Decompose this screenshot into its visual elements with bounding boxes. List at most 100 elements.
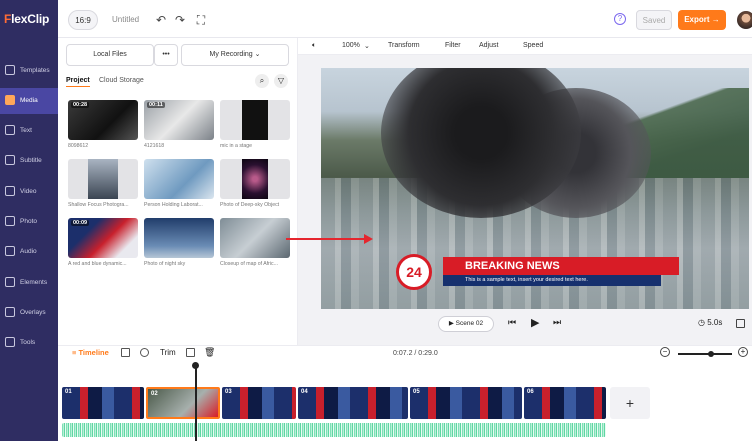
copy-icon[interactable] (186, 348, 195, 357)
adjust-button[interactable]: Adjust (479, 42, 498, 49)
timeline-clip[interactable]: 06 (524, 387, 606, 419)
photo-icon (5, 216, 15, 226)
video-icon (5, 186, 15, 196)
timeline-clip[interactable]: 03 (222, 387, 296, 419)
playhead-handle[interactable] (192, 362, 199, 369)
zoom-out-icon[interactable]: − (660, 347, 670, 357)
chevron-down-icon: ⌄ (254, 51, 261, 58)
playhead[interactable] (195, 363, 197, 441)
transform-button[interactable]: Transform (388, 42, 420, 49)
avatar[interactable] (737, 11, 752, 29)
clock-icon: ◷ (698, 318, 705, 327)
subtitle-icon (5, 155, 15, 165)
local-files-button[interactable]: Local Files (66, 44, 154, 66)
sidebar-item-video[interactable]: Video (0, 179, 58, 205)
media-thumb[interactable]: 00:09 (68, 218, 138, 258)
media-caption: mic in a stage (220, 143, 253, 149)
duration-control[interactable]: ◷ 5.0s (698, 318, 722, 327)
project-title[interactable]: Untitled (112, 15, 139, 24)
media-thumb[interactable] (220, 100, 290, 140)
zoom-slider[interactable] (678, 353, 732, 355)
tab-project[interactable]: Project (66, 77, 90, 87)
sidebar-item-elements[interactable]: Elements (0, 270, 58, 296)
timeline-clip[interactable]: 05 (410, 387, 522, 419)
preview-toolbar: 🔈︎ 100% ⌄ Transform Filter Adjust Speed (298, 38, 752, 55)
timeline-toggle[interactable]: ≡ Timeline (72, 348, 109, 357)
add-clip-button[interactable]: + (610, 387, 650, 419)
media-thumb[interactable]: 00:11 (144, 100, 214, 140)
help-icon[interactable]: ? (614, 13, 626, 25)
zoom-select[interactable]: 100% (342, 42, 360, 49)
chevron-down-icon[interactable]: ⌄ (364, 42, 370, 50)
media-caption: 8098612 (68, 143, 89, 149)
more-options-button[interactable]: ••• (154, 44, 178, 66)
fullscreen-icon[interactable]: ⛶ (193, 12, 209, 28)
volume-icon[interactable]: 🔈︎ (312, 42, 316, 50)
speed-button[interactable]: Speed (523, 42, 543, 49)
media-caption: Person Holding Laborat... (144, 202, 203, 208)
media-thumb[interactable] (144, 159, 214, 199)
flexclip-logo[interactable]: FlexClip (0, 0, 58, 38)
tools-icon (5, 337, 15, 347)
templates-icon (5, 65, 15, 75)
timeline-clip-selected[interactable]: 02 (146, 387, 220, 419)
breaking-news-subline[interactable]: This is a sample text, insert your desir… (443, 275, 661, 286)
media-caption: Photo of night sky (144, 261, 186, 267)
sidebar-item-text[interactable]: Text (0, 118, 58, 144)
caption-icon[interactable] (140, 348, 149, 357)
my-recording-button[interactable]: My Recording ⌄ (181, 44, 289, 66)
media-thumb[interactable] (68, 159, 138, 199)
text-icon (5, 125, 15, 135)
aspect-ratio-button[interactable]: 16:9 (68, 10, 98, 30)
audio-waveform-track[interactable] (62, 423, 606, 437)
split-icon[interactable] (121, 348, 130, 357)
play-icon: ▶ (448, 320, 454, 327)
breaking-news-headline[interactable]: BREAKING NEWS (443, 257, 679, 275)
timecode: 0:07.2 / 0:29.0 (393, 350, 438, 357)
sidebar-item-tools[interactable]: Tools (0, 330, 58, 356)
media-caption: Shallow Focus Photogra... (68, 202, 129, 208)
annotation-arrow-head (364, 234, 373, 244)
tab-cloud-storage[interactable]: Cloud Storage (99, 77, 144, 84)
delete-icon[interactable]: 🗑︎ (204, 347, 215, 358)
undo-icon[interactable]: ↶ (153, 12, 169, 28)
audio-icon (5, 246, 15, 256)
redo-icon[interactable]: ↷ (172, 12, 188, 28)
export-button[interactable]: Export → (678, 10, 726, 30)
zoom-slider-handle[interactable] (708, 351, 714, 357)
sidebar-item-audio[interactable]: Audio (0, 239, 58, 265)
saved-status: Saved (636, 10, 672, 30)
editor-app: FlexClip 16:9 Untitled ↶ ↷ ⛶ ? Saved Exp… (0, 0, 752, 441)
search-icon[interactable]: ⌕ (255, 74, 269, 88)
trim-button[interactable]: Trim (160, 348, 176, 357)
sidebar-item-templates[interactable]: Templates (0, 58, 58, 84)
media-thumb[interactable] (220, 159, 290, 199)
scene-play-button[interactable]: ▶ Scene 02 (438, 316, 494, 332)
sidebar-item-photo[interactable]: Photo (0, 209, 58, 235)
timeline-clip[interactable]: 01 (62, 387, 144, 419)
media-thumb[interactable]: 00:28 (68, 100, 138, 140)
media-caption: A red and blue dynamic... (68, 261, 127, 267)
play-icon[interactable]: ▶ (531, 316, 539, 329)
breaking-news-badge[interactable]: 24 (396, 254, 432, 290)
sidebar-item-overlays[interactable]: Overlays (0, 300, 58, 326)
timeline-icon: ≡ (72, 348, 77, 357)
timeline-clip[interactable]: 04 (298, 387, 408, 419)
filter-icon[interactable]: ▽ (274, 74, 288, 88)
previous-scene-icon[interactable]: ⏮ (508, 317, 516, 328)
sidebar-item-media[interactable]: Media (0, 88, 58, 114)
elements-icon (5, 277, 15, 287)
media-caption: Closeup of map of Afric... (220, 261, 278, 267)
video-preview[interactable]: BREAKING NEWS This is a sample text, ins… (321, 68, 749, 309)
fullscreen-preview-icon[interactable] (736, 319, 745, 328)
media-icon (5, 95, 15, 105)
filter-button[interactable]: Filter (445, 42, 461, 49)
sidebar: Templates Media Text Subtitle Video Phot… (0, 38, 58, 441)
media-thumb[interactable] (144, 218, 214, 258)
zoom-in-icon[interactable]: + (738, 347, 748, 357)
media-thumb[interactable] (220, 218, 290, 258)
media-caption: 4121618 (144, 143, 165, 149)
next-scene-icon[interactable]: ⏭ (553, 317, 561, 328)
media-caption: Photo of Deep-sky Object (220, 202, 280, 208)
sidebar-item-subtitle[interactable]: Subtitle (0, 148, 58, 174)
